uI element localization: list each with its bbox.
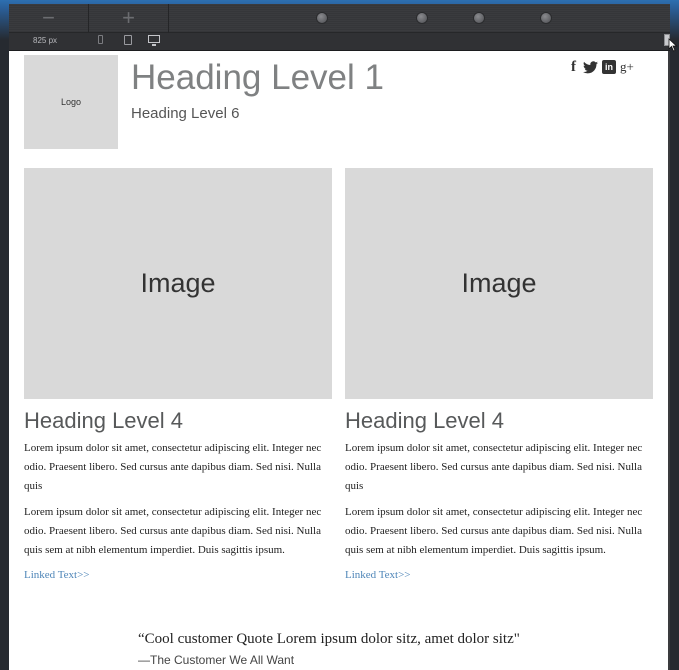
- facebook-icon[interactable]: f: [568, 59, 579, 75]
- tablet-preview-button[interactable]: [124, 35, 132, 45]
- width-readout: 825 px: [33, 36, 58, 45]
- page-title: Heading Level 1: [131, 58, 384, 97]
- content-column-right: Image Heading Level 4 Lorem ipsum dolor …: [345, 168, 653, 583]
- phone-preview-button[interactable]: [98, 35, 103, 44]
- column-paragraph: Lorem ipsum dolor sit amet, consectetur …: [345, 442, 643, 492]
- plus-icon: +: [122, 5, 135, 30]
- minus-icon: −: [42, 5, 55, 30]
- content-column-left: Image Heading Level 4 Lorem ipsum dolor …: [24, 168, 332, 583]
- quote-author: —The Customer We All Want: [138, 653, 295, 667]
- logo-label: Logo: [60, 97, 82, 107]
- mouse-cursor-icon: [668, 38, 678, 52]
- page-preview: Logo Heading Level 1 Heading Level 6 f i…: [9, 51, 668, 670]
- preview-toolbar: − + 825 px: [9, 4, 670, 51]
- linked-text[interactable]: Linked Text>>: [24, 569, 90, 581]
- linked-text[interactable]: Linked Text>>: [345, 569, 411, 581]
- linkedin-icon[interactable]: in: [602, 60, 616, 74]
- desktop-preview-button[interactable]: [148, 35, 160, 46]
- toolbar-bottom-row: [9, 33, 670, 50]
- breakpoint-handle-2[interactable]: [417, 13, 427, 23]
- toolbar-top-row: − +: [9, 4, 670, 33]
- image-label: Image: [140, 268, 216, 298]
- image-placeholder: Image: [24, 168, 332, 399]
- image-label: Image: [461, 268, 537, 298]
- desktop-icon: [148, 35, 160, 46]
- phone-icon: [98, 35, 103, 44]
- zoom-in-button[interactable]: +: [89, 4, 169, 32]
- column-heading: Heading Level 4: [345, 408, 505, 433]
- twitter-icon[interactable]: [583, 60, 598, 74]
- customer-quote: “Cool customer Quote Lorem ipsum dolor s…: [138, 631, 520, 647]
- image-placeholder: Image: [345, 168, 653, 399]
- column-paragraph: Lorem ipsum dolor sit amet, consectetur …: [24, 506, 322, 556]
- page-scrollbar[interactable]: [668, 51, 670, 670]
- column-paragraph: Lorem ipsum dolor sit amet, consectetur …: [345, 506, 643, 556]
- page-subtitle: Heading Level 6: [131, 105, 240, 122]
- tablet-icon: [124, 35, 132, 45]
- googleplus-icon[interactable]: g+: [620, 59, 634, 75]
- breakpoint-handle-1[interactable]: [317, 13, 327, 23]
- column-paragraph: Lorem ipsum dolor sit amet, consectetur …: [24, 442, 322, 492]
- logo-placeholder: Logo: [24, 55, 118, 149]
- column-heading: Heading Level 4: [24, 408, 184, 433]
- breakpoint-handle-3[interactable]: [474, 13, 484, 23]
- social-links: f in g+: [568, 59, 634, 75]
- zoom-out-button[interactable]: −: [9, 4, 89, 32]
- breakpoint-handle-4[interactable]: [541, 13, 551, 23]
